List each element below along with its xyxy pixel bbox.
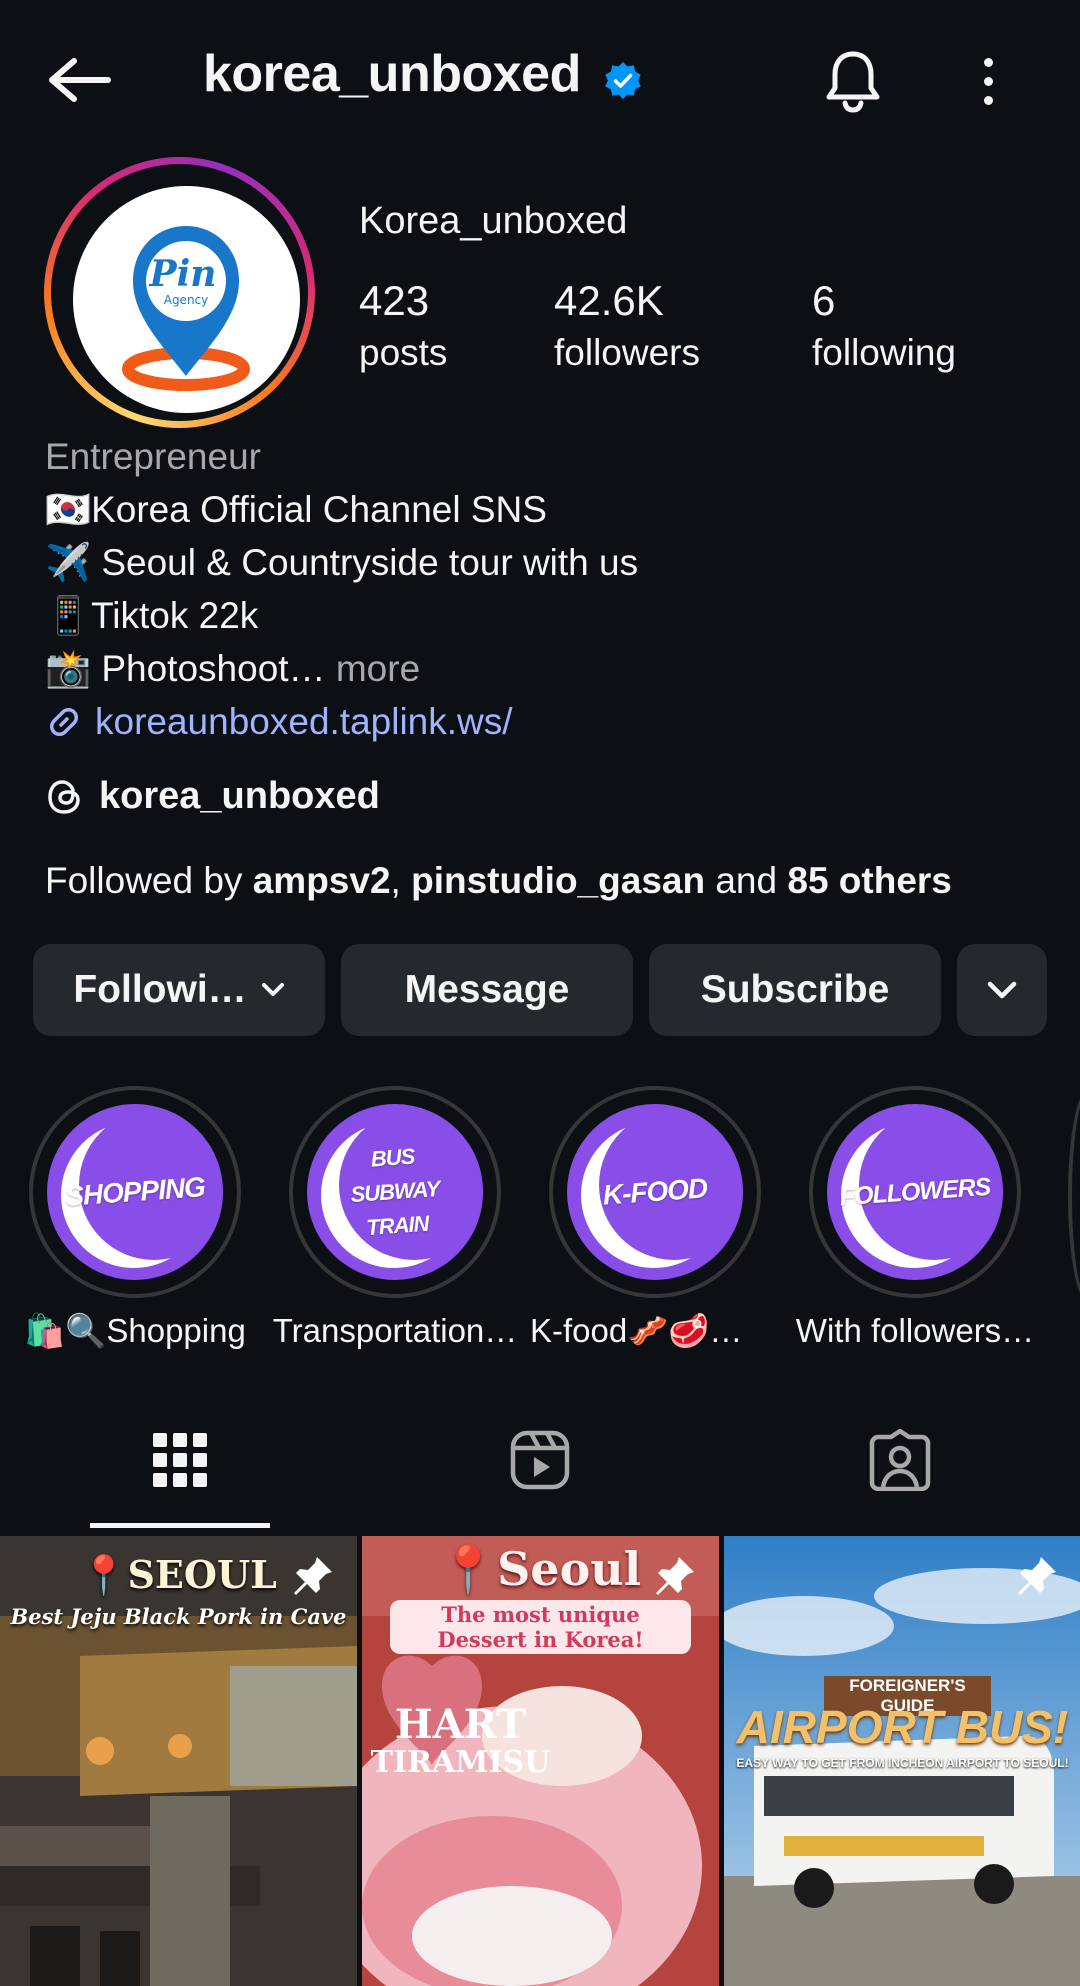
post-subtitle: The most unique Dessert in Korea! — [390, 1600, 691, 1654]
story-highlight-partial[interactable] — [1068, 1090, 1080, 1302]
posts-label: posts — [359, 332, 448, 373]
subscribe-button[interactable]: Subscribe — [649, 944, 941, 1036]
post-sign-text: HART TIRAMISU — [362, 1701, 559, 1782]
bio-line: 🇰🇷Korea Official Channel SNS — [45, 489, 547, 530]
follower-link[interactable]: ampsv2 — [253, 860, 391, 901]
following-label: following — [812, 332, 956, 373]
sign-line: HART — [394, 1701, 527, 1748]
message-button-label: Message — [404, 968, 570, 1011]
followed-by-others[interactable]: 85 others — [787, 860, 952, 901]
following-button-label: Followi… — [73, 968, 247, 1011]
followed-by-mid: and — [705, 860, 788, 901]
story-highlight[interactable]: BUS SUBWAY TRAIN Transportation… — [273, 1086, 517, 1350]
bio-link[interactable]: koreaunboxed.taplink.ws/ — [45, 695, 1045, 748]
avatar-story-ring[interactable]: Pin Agency — [44, 157, 315, 428]
post-title: AIRPORT BUS! — [736, 1701, 1069, 1753]
story-highlight[interactable]: SHOPPING 🛍️🔍Shopping — [24, 1086, 246, 1351]
verified-badge-icon — [603, 54, 643, 99]
highlight-label: With followers… — [795, 1312, 1035, 1349]
bio-line: ✈️ Seoul & Countryside tour with us — [45, 542, 639, 583]
highlight-cover-text: BUS SUBWAY TRAIN — [307, 1135, 483, 1249]
post-subtitle: EASY WAY TO GET FROM INCHEON AIRPORT TO … — [736, 1756, 1069, 1770]
followed-by[interactable]: Followed by ampsv2, pinstudio_gasan and … — [45, 860, 952, 902]
follower-link[interactable]: pinstudio_gasan — [411, 860, 705, 901]
highlight-label: K-food🥓🥩🍚… — [530, 1312, 780, 1349]
story-highlight[interactable]: K-FOOD K-food🥓🥩🍚… — [530, 1086, 780, 1351]
bio-line: 📸 Photoshoot… — [45, 648, 326, 689]
avatar-logo-subtext: Agency — [164, 293, 209, 307]
suggested-accounts-button[interactable] — [957, 944, 1047, 1036]
bio-link-text: koreaunboxed.taplink.ws/ — [95, 701, 513, 742]
more-options-icon[interactable] — [968, 48, 1008, 114]
tagged-tab[interactable] — [720, 1390, 1080, 1530]
top-bar: korea_unboxed — [0, 0, 1080, 156]
stat-following[interactable]: 6 following — [812, 275, 956, 379]
post-thumbnail[interactable]: 📍Seoul The most unique Dessert in Korea!… — [362, 1536, 719, 1986]
sign-line: TIRAMISU — [370, 1745, 551, 1780]
bio-line-truncated: 📸 Photoshoot… more — [45, 642, 1045, 695]
profile-handle: korea_unboxed — [203, 44, 643, 104]
handle-text: korea_unboxed — [203, 45, 581, 103]
reels-tab[interactable] — [360, 1390, 720, 1530]
tagged-user-icon — [869, 1429, 931, 1491]
story-highlight[interactable]: FOLLOWERS With followers… — [796, 1086, 1034, 1350]
highlight-label: Transportation… — [272, 1312, 518, 1349]
stat-followers[interactable]: 42.6K followers — [554, 275, 700, 379]
pin-icon — [656, 1557, 694, 1595]
post-subtitle: Best Jeju Black Pork in Cave — [10, 1604, 347, 1629]
followers-label: followers — [554, 332, 700, 373]
grid-tab[interactable] — [0, 1390, 360, 1530]
display-name: Korea_unboxed — [359, 200, 628, 242]
grid-icon — [153, 1433, 207, 1487]
chevron-down-icon — [261, 983, 284, 996]
post-grid: 📍SEOUL Best Jeju Black Pork in Cave 📍Seo… — [0, 1536, 1080, 1986]
followers-count: 42.6K — [554, 277, 664, 324]
active-tab-indicator — [90, 1523, 270, 1528]
threads-handle: korea_unboxed — [99, 775, 380, 817]
bio: Entrepreneur 🇰🇷Korea Official Channel SN… — [45, 430, 1045, 748]
bio-more-link[interactable]: more — [326, 648, 420, 689]
avatar-logo-text: Pin — [149, 253, 217, 295]
pin-icon — [1018, 1557, 1056, 1595]
following-button[interactable]: Followi… — [33, 944, 325, 1036]
bio-line: 📱Tiktok 22k — [45, 595, 259, 636]
back-arrow-icon[interactable] — [44, 50, 114, 110]
highlight-label: 🛍️🔍Shopping — [24, 1312, 246, 1349]
reels-icon — [510, 1430, 570, 1490]
followed-by-prefix: Followed by — [45, 860, 253, 901]
link-icon — [50, 707, 78, 736]
followed-by-sep: , — [390, 860, 412, 901]
message-button[interactable]: Message — [341, 944, 633, 1036]
category-label: Entrepreneur — [45, 436, 261, 477]
profile-tabs — [0, 1390, 1080, 1530]
posts-count: 423 — [359, 277, 430, 324]
stat-posts[interactable]: 423 posts — [359, 275, 447, 379]
chevron-down-icon — [987, 981, 1017, 999]
bell-icon[interactable] — [820, 46, 886, 116]
avatar: Pin Agency — [73, 186, 300, 413]
threads-badge[interactable]: korea_unboxed — [45, 775, 380, 818]
pin-icon — [294, 1557, 332, 1595]
subscribe-button-label: Subscribe — [700, 968, 890, 1011]
post-thumbnail[interactable]: 📍SEOUL Best Jeju Black Pork in Cave — [0, 1536, 357, 1986]
threads-icon — [48, 779, 80, 814]
post-thumbnail[interactable]: FOREIGNER'S GUIDE AIRPORT BUS! EASY WAY … — [724, 1536, 1080, 1986]
following-count: 6 — [812, 277, 836, 324]
